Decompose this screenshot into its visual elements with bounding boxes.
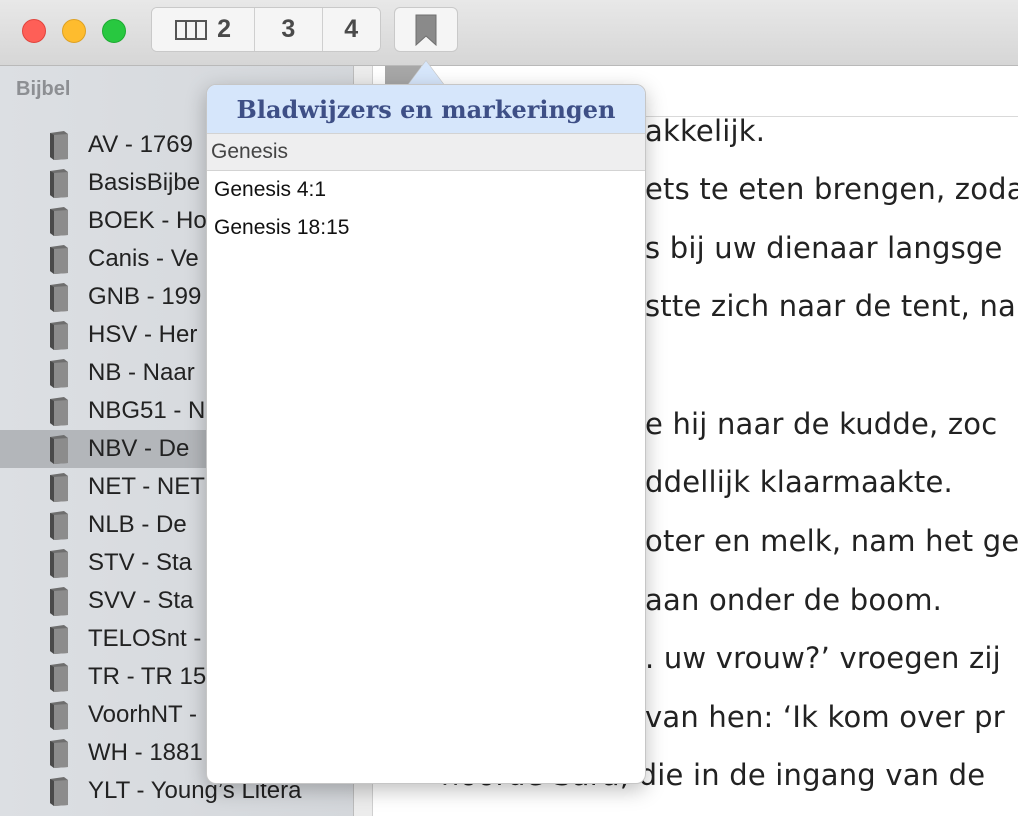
reader-line: oter en melk, nam het ge [645,524,1018,558]
bookmark-item[interactable]: Genesis 4:1 [207,171,645,209]
book-icon [50,663,68,692]
book-icon [50,739,68,768]
sidebar-item-label: NB - Naar [88,359,195,386]
book-icon [50,321,68,350]
sidebar-header: Bijbel [16,78,71,100]
sidebar-item-label: BasisBijbe [88,169,201,196]
sidebar-item-label: WH - 1881 [88,739,203,766]
reader-line: ddellijk klaarmaakte. [645,465,953,499]
popover-arrow [408,61,444,85]
popover-section-header: Genesis [207,133,645,171]
sidebar-item-label: TELOSnt - [88,625,202,652]
window-toolbar: 2 3 4 [0,0,1018,66]
book-icon [50,359,68,388]
bookmark-list: Genesis 4:1 Genesis 18:15 [207,171,645,247]
sidebar-item-label: HSV - Her [88,321,198,348]
sidebar-item-label: NET - NET [88,473,205,500]
book-icon [50,435,68,464]
bookmarks-button[interactable] [394,7,458,52]
reader-line: stte zich naar de tent, na [645,289,1017,323]
bookmark-icon [415,14,437,46]
reader-line: van hen: ‘Ik kom over pr [645,700,1005,734]
book-icon [50,131,68,160]
columns-2-button[interactable]: 2 [152,8,256,51]
book-icon [50,777,68,806]
book-icon [50,473,68,502]
reader-line: s bij uw dienaar langsge [645,231,1003,265]
zoom-window-button[interactable] [102,19,126,43]
book-icon [50,587,68,616]
sidebar-item-label: VoorhNT - [88,701,197,728]
reader-line: ets te eten brengen, zoda [645,172,1018,206]
columns-4-label: 4 [344,15,359,43]
book-icon [50,549,68,578]
book-icon [50,245,68,274]
sidebar-item-label: BOEK - Ho [88,207,207,234]
sidebar-item-label: TR - TR 15 [88,663,207,690]
sidebar-item-label: NBV - De [88,435,190,462]
close-window-button[interactable] [22,19,46,43]
columns-3-label: 3 [281,15,296,43]
sidebar-item-label: NBG51 - N [88,397,206,424]
columns-3-button[interactable]: 3 [255,8,323,51]
book-icon [50,625,68,654]
reader-line: e hij naar de kudde, zoc [645,407,998,441]
reader-line: akkelijk. [645,114,766,148]
sidebar-item-label: STV - Sta [88,549,193,576]
reader-line: . uw vrouw?’ vroegen zij [645,641,1001,675]
book-icon [50,397,68,426]
columns-2-label: 2 [217,15,231,43]
columns-icon [175,19,208,40]
sidebar-item-label: NLB - De [88,511,187,538]
bookmark-item[interactable]: Genesis 18:15 [207,209,645,247]
sidebar-item-label: GNB - 199 [88,283,202,310]
book-icon [50,701,68,730]
book-icon [50,169,68,198]
sidebar-item-label: AV - 1769 [88,131,193,158]
book-icon [50,283,68,312]
sidebar-item-label: Canis - Ve [88,245,199,272]
column-count-segmented-control: 2 3 4 [151,7,381,52]
book-icon [50,511,68,540]
sidebar-item-label: SVV - Sta [88,587,194,614]
columns-4-button[interactable]: 4 [322,8,380,51]
book-icon [50,207,68,236]
minimize-window-button[interactable] [62,19,86,43]
reader-line: aan onder de boom. [645,583,943,617]
popover-title: Bladwijzers en markeringen [207,85,645,133]
bookmarks-popover: Bladwijzers en markeringen Genesis Genes… [206,84,646,784]
